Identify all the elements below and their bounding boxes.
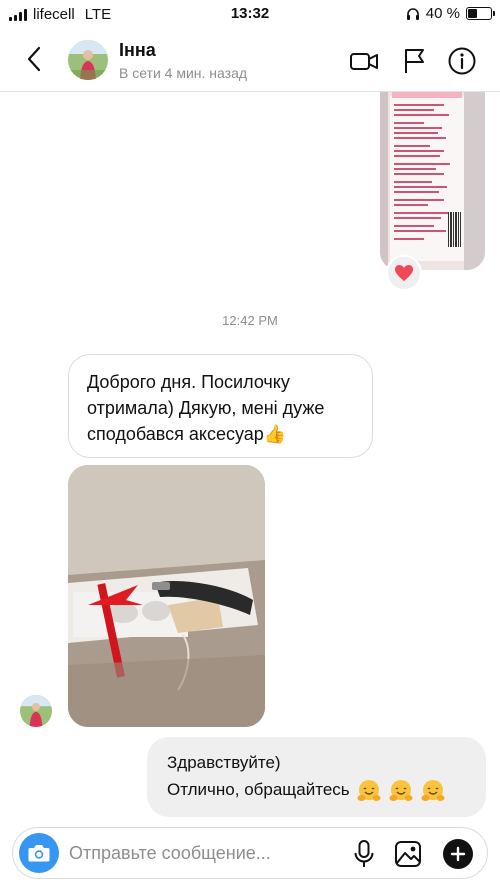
plus-icon <box>450 846 466 862</box>
avatar-image <box>20 695 52 727</box>
incoming-message-line: сподобався аксесуар👍 <box>87 424 287 444</box>
flag-icon[interactable] <box>400 46 430 76</box>
gallery-icon[interactable] <box>393 839 423 869</box>
message-timestamp: 12:42 PM <box>222 313 278 328</box>
video-call-icon[interactable] <box>349 46 379 76</box>
receipt-photo-message[interactable] <box>380 92 485 270</box>
camera-icon <box>28 845 50 862</box>
status-bar: lifecell LTE 13:32 40 % <box>0 0 500 28</box>
hugging-face-emoji <box>357 779 381 801</box>
battery-percent: 40 % <box>425 5 460 22</box>
add-button[interactable] <box>443 839 473 869</box>
avatar-image <box>68 40 108 80</box>
sender-avatar[interactable] <box>20 695 52 727</box>
outgoing-message-line-2: Отлично, обращайтесь <box>167 776 466 803</box>
contact-name[interactable]: Інна <box>119 40 156 61</box>
message-input[interactable] <box>69 836 339 870</box>
microphone-icon[interactable] <box>351 839 377 869</box>
outgoing-message-text: Отлично, обращайтесь <box>167 780 350 799</box>
heart-icon <box>395 265 413 281</box>
info-icon[interactable] <box>447 46 477 76</box>
battery-icon <box>466 7 495 20</box>
incoming-message-line: отримала) Дякую, мені дуже <box>87 398 325 418</box>
incoming-message-line: Доброго дня. Посилочку <box>87 372 290 392</box>
avatar[interactable] <box>68 40 108 80</box>
receipt-image <box>380 92 485 270</box>
camera-button[interactable] <box>19 833 59 873</box>
contact-presence: В сети 4 мин. назад <box>119 65 248 81</box>
package-photo-message[interactable] <box>68 465 265 727</box>
heart-reaction[interactable] <box>386 255 422 291</box>
outgoing-message-line: Здравствуйте) <box>167 753 281 772</box>
incoming-message[interactable]: Доброго дня. Посилочку отримала) Дякую, … <box>68 354 373 458</box>
headphones-icon <box>406 7 419 20</box>
message-composer <box>12 827 488 879</box>
status-right: 40 % <box>406 5 495 22</box>
package-image <box>68 465 265 727</box>
back-icon[interactable] <box>22 44 46 74</box>
outgoing-message[interactable]: Здравствуйте) Отлично, обращайтесь <box>147 737 486 817</box>
hugging-face-emoji <box>389 779 413 801</box>
chat-header: Інна В сети 4 мин. назад <box>0 28 500 92</box>
hugging-face-emoji <box>421 779 445 801</box>
